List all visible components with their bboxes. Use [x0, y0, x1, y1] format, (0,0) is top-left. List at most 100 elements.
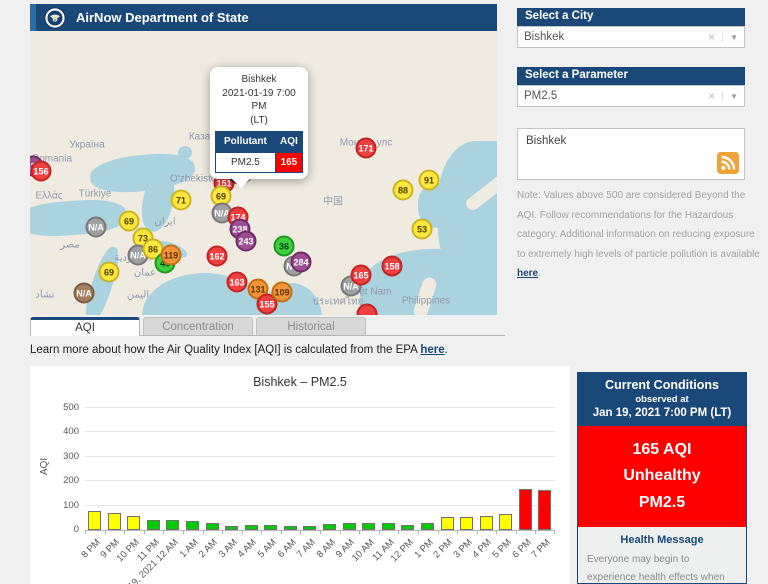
chart-bar-6 PM[interactable] — [518, 488, 532, 530]
chevron-down-icon[interactable]: ▼ — [722, 32, 738, 42]
chart-ytick-label: 200 — [63, 475, 79, 487]
observed-datetime: Jan 19, 2021 7:00 PM (LT) — [592, 407, 732, 419]
chart-bar-11 PM[interactable] — [146, 519, 160, 530]
page-title: AirNow Department of State — [76, 10, 249, 25]
mediterranean-sea — [30, 197, 128, 239]
city-select[interactable]: Bishkek × ▼ — [517, 26, 745, 48]
chart-ytick-label: 0 — [73, 524, 79, 535]
map-country-label: ایران — [154, 216, 176, 228]
aqi-map[interactable]: УкраїнаRomaniaΕλλάςTürkiyeКазақстанO'zbe… — [30, 31, 497, 315]
chart-xtick — [261, 530, 263, 534]
chart-bar-10 PM[interactable] — [127, 516, 141, 530]
chart-bar-19, 2021 12 AM[interactable] — [166, 520, 180, 530]
chart-bar-2 AM[interactable] — [205, 523, 219, 530]
chart-xtick — [398, 530, 400, 534]
chart-bar-10 AM[interactable] — [362, 523, 376, 530]
map-country-label: Ελλάς — [35, 190, 63, 202]
aqi-marker-165[interactable]: 165 — [350, 264, 372, 286]
chart-xtick — [320, 530, 321, 534]
clear-icon[interactable]: × — [708, 30, 715, 44]
aqi-value: 165 AQI — [632, 441, 692, 458]
chart-bar-4 AM[interactable] — [244, 524, 258, 530]
chart-bar-1 PM[interactable] — [420, 523, 434, 530]
chart-bar-8 PM[interactable] — [88, 510, 101, 530]
aqi-marker-163[interactable]: 163 — [226, 271, 248, 293]
aqi-marker-162[interactable]: 162 — [206, 245, 228, 267]
chart-bar-2 PM[interactable] — [440, 517, 454, 530]
aqi-marker-284[interactable]: 284 — [290, 251, 312, 273]
note-after: . — [538, 268, 541, 279]
note-link[interactable]: here — [517, 268, 538, 279]
chart-bar-11 AM[interactable] — [381, 523, 395, 530]
clear-icon[interactable]: × — [708, 89, 715, 103]
aral-sea — [178, 146, 192, 159]
aqi-marker-N/A[interactable]: N/A — [73, 282, 95, 304]
aqi-marker-158[interactable]: 158 — [381, 255, 403, 277]
health-message-text: Everyone may begin to experience health … — [587, 554, 725, 584]
learn-more-before: Learn more about how the Air Quality Ind… — [30, 344, 421, 356]
tab-concentration[interactable]: Concentration — [143, 317, 253, 335]
chart-bar-4 PM[interactable] — [479, 516, 493, 530]
aqi-marker-156[interactable]: 156 — [30, 160, 52, 182]
chart-xtick — [222, 530, 224, 534]
observed-at-label: observed at — [635, 394, 689, 405]
chart-bar-3 PM[interactable] — [460, 516, 474, 530]
aqi-marker-243[interactable]: 243 — [235, 230, 257, 252]
chevron-down-icon[interactable]: ▼ — [722, 91, 738, 101]
tab-aqi[interactable]: AQI — [30, 317, 140, 336]
aqi-marker-69[interactable]: 69 — [98, 261, 120, 283]
aqi-category: Unhealthy — [623, 467, 701, 485]
chart-xtick — [417, 530, 419, 534]
aqi-note: Note: Values above 500 are considered Be… — [517, 186, 761, 284]
rss-icon[interactable] — [717, 152, 739, 174]
health-message-section: Health Message Everyone may begin to exp… — [578, 527, 746, 584]
select-city-header: Select a City — [517, 8, 745, 26]
chart-xtick — [339, 530, 341, 534]
airnow-page: AirNow Department of State Україна Romani… — [0, 0, 768, 584]
map-country-label: اليمن — [126, 289, 150, 301]
chart-bar-1 AM[interactable] — [185, 520, 199, 530]
chart-ytick-label: 100 — [63, 499, 79, 511]
chart-xtick — [554, 530, 555, 534]
chart-bar-7 PM[interactable] — [538, 489, 552, 530]
map-country-label: Philippines — [401, 295, 451, 307]
sea-of-japan — [438, 141, 497, 286]
chart-bar-12 PM[interactable] — [401, 524, 415, 530]
chart-bar-6 AM[interactable] — [283, 525, 297, 530]
popup-aqi-value: 165 — [274, 151, 304, 173]
chart-xtick — [378, 530, 380, 534]
aqi-marker-N/A[interactable]: N/A — [85, 216, 107, 238]
chart-xtick — [182, 530, 184, 534]
aqi-marker-119[interactable]: 119 — [160, 244, 182, 266]
aqi-marker-53[interactable]: 53 — [411, 218, 433, 240]
chart-bar-5 PM[interactable] — [499, 514, 513, 530]
tab-historical[interactable]: Historical — [256, 317, 366, 335]
learn-more-link[interactable]: here — [420, 344, 444, 356]
aqi-marker-88[interactable]: 88 — [392, 179, 414, 201]
current-conditions-panel: Current Conditions observed at Jan 19, 2… — [577, 372, 747, 584]
aqi-value-block: 165 AQI Unhealthy PM2.5 — [578, 426, 746, 528]
chart-bar-9 AM[interactable] — [342, 523, 356, 530]
aqi-marker-109[interactable]: 109 — [271, 281, 293, 303]
chart-xtick — [143, 530, 145, 534]
popup-city: Bishkek — [241, 74, 277, 85]
chart-bar-8 AM[interactable] — [323, 523, 336, 530]
note-before: Note: Values above 500 are considered Be… — [517, 190, 760, 260]
chart-gridline — [85, 407, 555, 408]
chart-bar-3 AM[interactable] — [225, 525, 239, 530]
city-feed-box: Bishkek — [517, 128, 745, 180]
chart-xtick — [85, 530, 86, 534]
chart-bar-7 AM[interactable] — [303, 525, 317, 530]
aqi-marker-36[interactable]: 36 — [273, 235, 295, 257]
health-message-title: Health Message — [620, 534, 704, 547]
chart-gridline — [85, 504, 555, 506]
aqi-marker-71[interactable]: 71 — [170, 189, 192, 211]
parameter-select[interactable]: PM2.5 × ▼ — [517, 85, 745, 107]
aqi-marker-91[interactable]: 91 — [418, 169, 440, 191]
chart-bar-5 AM[interactable] — [264, 524, 278, 530]
map-country-label: عمان — [133, 267, 157, 279]
chart-bar-9 PM[interactable] — [107, 512, 121, 530]
chart-xtick — [359, 530, 361, 534]
city-select-value: Bishkek — [524, 31, 565, 43]
aqi-marker-171[interactable]: 171 — [355, 137, 377, 159]
